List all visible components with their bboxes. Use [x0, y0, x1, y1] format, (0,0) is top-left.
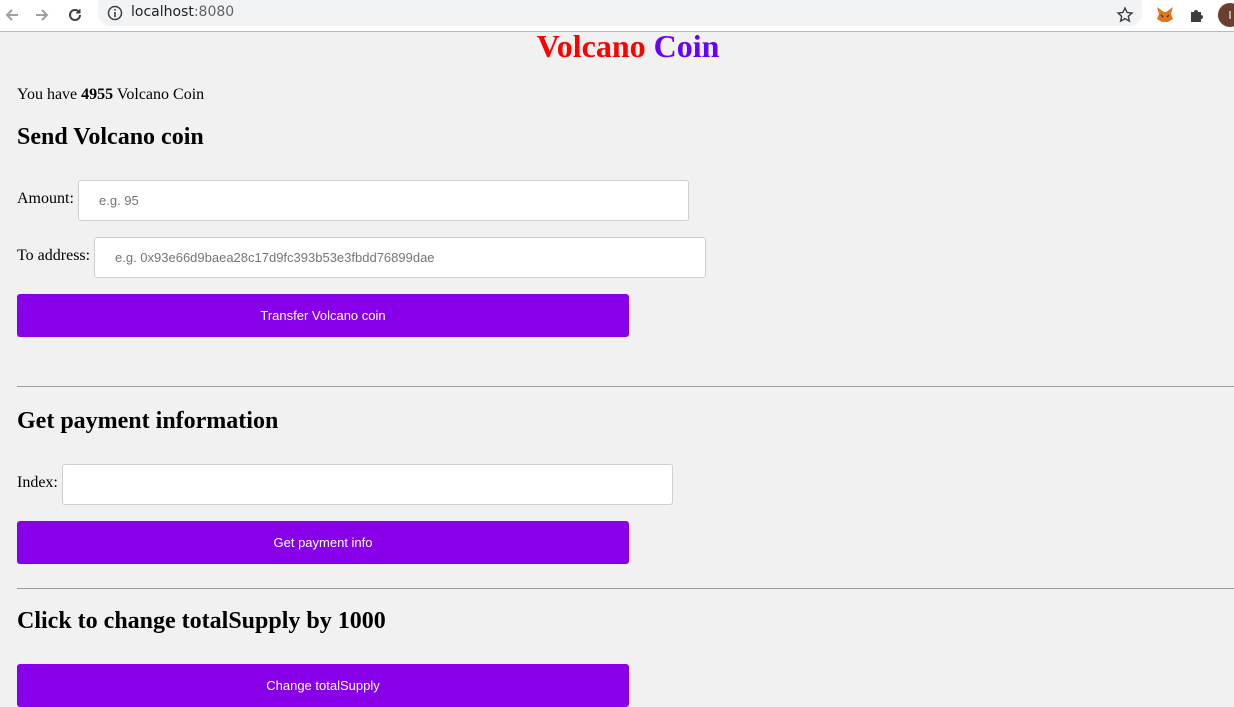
amount-input[interactable]: e.g. 95 [78, 180, 689, 221]
address-label: To address: [17, 247, 91, 264]
transfer-button[interactable]: Transfer Volcano coin [17, 294, 629, 337]
reload-icon[interactable] [63, 3, 87, 27]
url-host: localhost [131, 4, 194, 20]
url-text: localhost:8080 [131, 4, 234, 20]
send-heading: Send Volcano coin [17, 124, 204, 150]
balance-amount: 4955 [81, 86, 114, 103]
balance-text: You have 4955 Volcano Coin [17, 86, 204, 104]
back-arrow-icon[interactable] [0, 3, 24, 27]
change-total-supply-button[interactable]: Change totalSupply [17, 664, 629, 707]
title-word-volcano: Volcano [536, 28, 646, 64]
puzzle-extension-icon[interactable] [1186, 4, 1208, 26]
title-word-coin: Coin [653, 28, 720, 64]
divider [17, 386, 1234, 387]
balance-prefix: You have [17, 86, 78, 103]
address-bar[interactable] [98, 0, 1142, 26]
page-title: Volcano Coin [0, 28, 1234, 65]
index-input[interactable] [62, 464, 673, 505]
star-icon[interactable] [1114, 4, 1136, 26]
supply-heading: Click to change totalSupply by 1000 [17, 608, 386, 634]
url-port: :8080 [193, 4, 235, 20]
address-input[interactable]: e.g. 0x93e66d9baea28c17d9fc393b53e3fbdd7… [94, 237, 706, 278]
amount-label: Amount: [17, 190, 74, 207]
forward-arrow-icon[interactable] [30, 3, 54, 27]
payment-heading: Get payment information [17, 408, 279, 434]
divider [17, 588, 1234, 589]
metamask-fox-icon[interactable] [1154, 4, 1176, 26]
profile-avatar[interactable]: I [1218, 3, 1234, 27]
info-icon[interactable] [107, 5, 123, 21]
get-payment-info-button[interactable]: Get payment info [17, 521, 629, 564]
address-placeholder: e.g. 0x93e66d9baea28c17d9fc393b53e3fbdd7… [115, 250, 435, 265]
amount-placeholder: e.g. 95 [99, 193, 139, 208]
balance-suffix: Volcano Coin [116, 86, 205, 103]
index-label: Index: [17, 474, 58, 491]
